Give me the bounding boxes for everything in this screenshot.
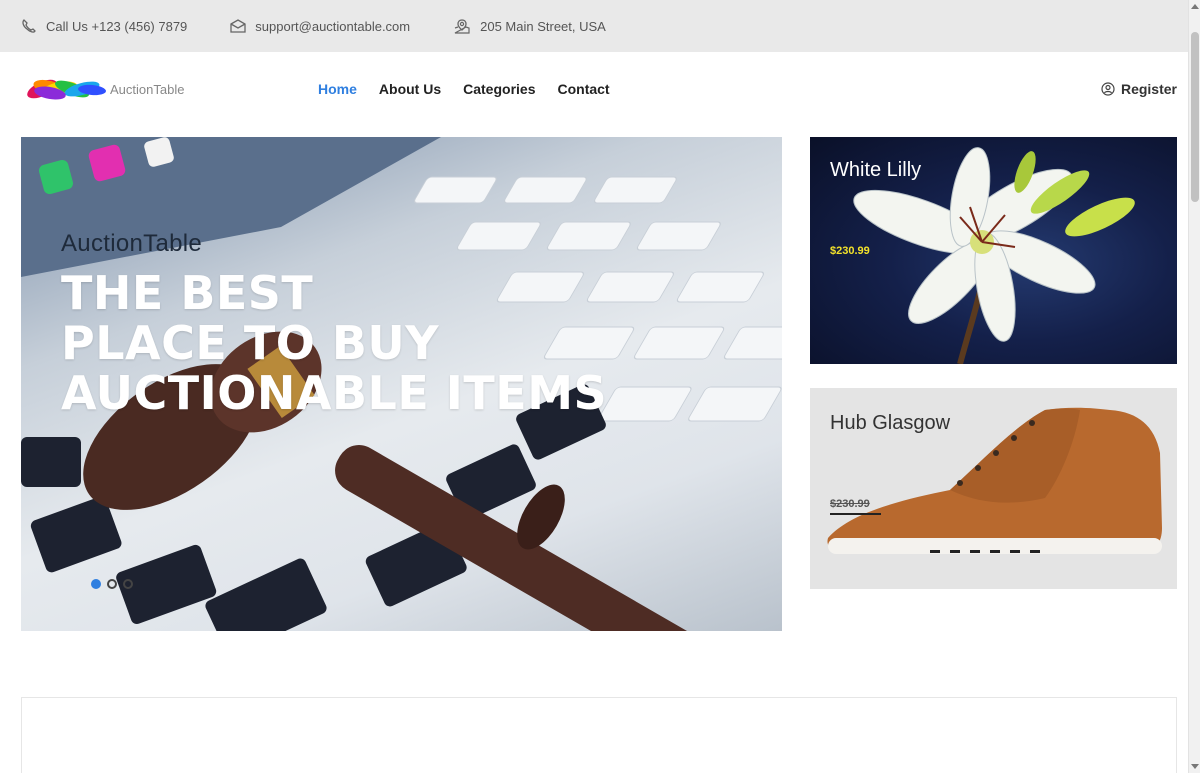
product-card-hub-glasgow[interactable]: Hub Glasgow $230.99 [810, 388, 1177, 589]
register-button[interactable]: Register [1101, 81, 1177, 97]
email-info[interactable]: support@auctiontable.com [229, 18, 410, 34]
card-title: White Lilly [830, 159, 922, 181]
top-info-bar: Call Us +123 (456) 7879 support@auctiont… [0, 0, 1188, 52]
nav-item-home[interactable]: Home [318, 81, 357, 97]
product-card-white-lilly[interactable]: White Lilly $230.99 [810, 137, 1177, 364]
hero-slider[interactable]: AuctionTable THE BEST PLACE TO BUY AUCTI… [21, 137, 782, 631]
scroll-up-arrow[interactable] [1191, 4, 1199, 9]
slider-dot-2[interactable] [107, 579, 117, 589]
location-icon [454, 19, 470, 34]
user-circle-icon [1101, 82, 1115, 96]
hero-kicker: AuctionTable [61, 230, 203, 257]
nav-item-contact[interactable]: Contact [557, 81, 609, 97]
register-label: Register [1120, 81, 1177, 97]
rainbow-logo [27, 79, 106, 100]
card-price: $230.99 [830, 245, 870, 257]
phone-info[interactable]: Call Us +123 (456) 7879 [20, 18, 187, 34]
slider-dot-1[interactable] [91, 579, 101, 589]
main-navbar: AuctionTable Home About Us Categories Co… [0, 52, 1188, 128]
nav-item-categories[interactable]: Categories [463, 81, 535, 97]
site-logo[interactable]: AuctionTable [20, 74, 184, 104]
scroll-down-arrow[interactable] [1191, 764, 1199, 769]
hero-headline: THE BEST PLACE TO BUY AUCTIONABLE ITEMS [61, 268, 607, 418]
price-underline [830, 513, 881, 515]
main-menu: Home About Us Categories Contact [318, 81, 632, 97]
address-text: 205 Main Street, USA [480, 18, 606, 34]
phone-text: Call Us +123 (456) 7879 [46, 18, 188, 34]
content-box [21, 697, 1177, 773]
mail-icon [230, 19, 246, 33]
slider-dot-3[interactable] [123, 579, 133, 589]
nav-item-about-us[interactable]: About Us [379, 81, 441, 97]
brand-name: AuctionTable [110, 81, 185, 97]
card-title: Hub Glasgow [830, 412, 951, 434]
card-price: $230.99 [830, 498, 870, 510]
email-text: support@auctiontable.com [255, 18, 411, 34]
page-scrollbar[interactable] [1188, 0, 1200, 773]
hero-headline-line-3: AUCTIONABLE ITEMS [61, 366, 608, 420]
scroll-thumb[interactable] [1191, 32, 1199, 202]
hero-headline-line-1: THE BEST [61, 266, 314, 320]
slider-dots [91, 579, 139, 589]
address-info[interactable]: 205 Main Street, USA [452, 18, 606, 34]
hero-headline-line-2: PLACE TO BUY [61, 316, 440, 370]
phone-icon [22, 19, 36, 33]
